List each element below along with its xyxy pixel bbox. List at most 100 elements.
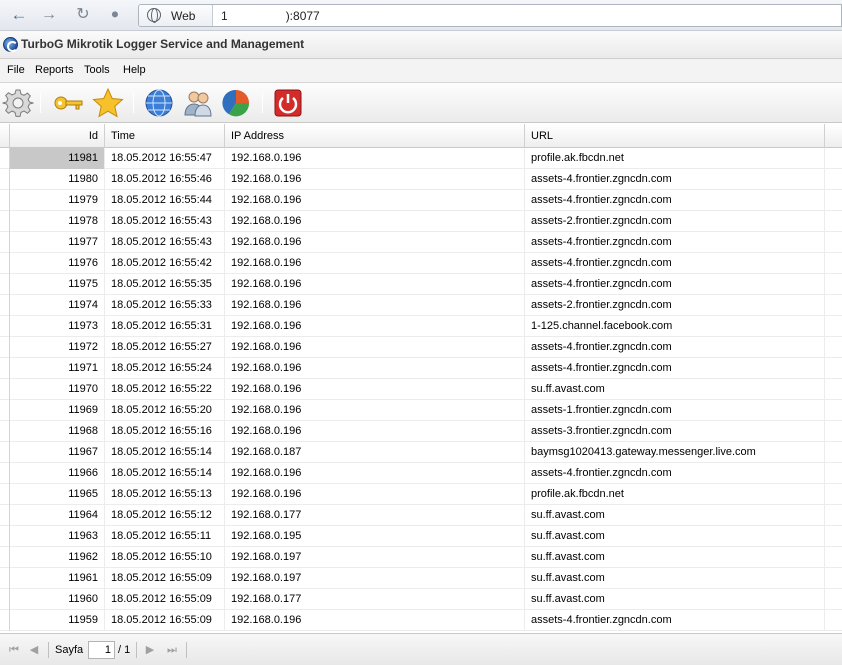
cell-ip-address: 192.168.0.187 bbox=[225, 442, 525, 463]
menu-help[interactable]: Help bbox=[123, 64, 146, 76]
row-indicator bbox=[0, 232, 10, 253]
table-row[interactable]: 11978 18.05.2012 16:55:43 192.168.0.196 ass… bbox=[0, 211, 842, 232]
table-row[interactable]: 11971 18.05.2012 16:55:24 192.168.0.196 ass… bbox=[0, 358, 842, 379]
row-indicator bbox=[0, 337, 10, 358]
cell-time: 18.05.2012 16:55:09 bbox=[105, 589, 225, 610]
table-row[interactable]: 11980 18.05.2012 16:55:46 192.168.0.196 ass… bbox=[0, 169, 842, 190]
table-row[interactable]: 11967 18.05.2012 16:55:14 192.168.0.187 bay… bbox=[0, 442, 842, 463]
cell-time: 18.05.2012 16:55:27 bbox=[105, 337, 225, 358]
column-header-time[interactable]: Time bbox=[105, 124, 225, 148]
row-indicator bbox=[0, 190, 10, 211]
table-row[interactable]: 11964 18.05.2012 16:55:12 192.168.0.177 su.… bbox=[0, 505, 842, 526]
column-header-ip-address[interactable]: IP Address bbox=[225, 124, 525, 148]
prev-page-icon[interactable]: ◀ bbox=[27, 643, 41, 657]
cell-time: 18.05.2012 16:55:13 bbox=[105, 484, 225, 505]
back-arrow-icon[interactable]: ← bbox=[8, 5, 30, 25]
table-row[interactable]: 11974 18.05.2012 16:55:33 192.168.0.196 ass… bbox=[0, 295, 842, 316]
row-indicator bbox=[0, 295, 10, 316]
cell-id: 11967 bbox=[10, 442, 105, 463]
row-indicator bbox=[0, 526, 10, 547]
key-icon[interactable] bbox=[52, 87, 84, 119]
app-logo-icon bbox=[3, 37, 18, 52]
cell-url: su.ff.avast.com bbox=[525, 526, 825, 547]
table-row[interactable]: 11968 18.05.2012 16:55:16 192.168.0.196 ass… bbox=[0, 421, 842, 442]
table-row[interactable]: 11959 18.05.2012 16:55:09 192.168.0.196 ass… bbox=[0, 610, 842, 631]
table-row[interactable]: 11960 18.05.2012 16:55:09 192.168.0.177 su.… bbox=[0, 589, 842, 610]
cell-id: 11968 bbox=[10, 421, 105, 442]
cell-ip-address: 192.168.0.177 bbox=[225, 589, 525, 610]
page-number-input[interactable] bbox=[88, 641, 115, 659]
table-row[interactable]: 11969 18.05.2012 16:55:20 192.168.0.196 ass… bbox=[0, 400, 842, 421]
cell-id: 11977 bbox=[10, 232, 105, 253]
cell-url: assets-4.frontier.zgncdn.com bbox=[525, 358, 825, 379]
row-indicator bbox=[0, 169, 10, 190]
cell-id: 11972 bbox=[10, 337, 105, 358]
table-row[interactable]: 11981 18.05.2012 16:55:47 192.168.0.196 pro… bbox=[0, 148, 842, 169]
next-page-icon[interactable]: ▶ bbox=[143, 643, 157, 657]
page-label: Sayfa bbox=[55, 644, 84, 656]
row-indicator bbox=[0, 463, 10, 484]
gear-icon[interactable] bbox=[2, 87, 34, 119]
cell-time: 18.05.2012 16:55:16 bbox=[105, 421, 225, 442]
cell-time: 18.05.2012 16:55:22 bbox=[105, 379, 225, 400]
log-table: 11981 18.05.2012 16:55:47 192.168.0.196 pro… bbox=[0, 148, 842, 633]
url-suffix: ):8077 bbox=[285, 9, 320, 23]
url-text[interactable]: 1):8077 bbox=[221, 9, 320, 23]
cell-url: profile.ak.fbcdn.net bbox=[525, 148, 825, 169]
cell-id: 11978 bbox=[10, 211, 105, 232]
reload-icon[interactable]: ↻ bbox=[72, 5, 94, 25]
cell-time: 18.05.2012 16:55:44 bbox=[105, 190, 225, 211]
globe-icon[interactable] bbox=[143, 87, 175, 119]
table-row[interactable]: 11972 18.05.2012 16:55:27 192.168.0.196 ass… bbox=[0, 337, 842, 358]
star-icon[interactable] bbox=[92, 87, 124, 119]
pie-chart-icon[interactable] bbox=[220, 87, 252, 119]
row-indicator bbox=[0, 253, 10, 274]
row-indicator bbox=[0, 421, 10, 442]
table-row[interactable]: 11962 18.05.2012 16:55:10 192.168.0.197 su.… bbox=[0, 547, 842, 568]
column-header-url[interactable]: URL bbox=[525, 124, 825, 148]
table-row[interactable]: 11970 18.05.2012 16:55:22 192.168.0.196 su.… bbox=[0, 379, 842, 400]
column-header-id[interactable]: Id bbox=[10, 124, 105, 148]
table-row[interactable]: 11975 18.05.2012 16:55:35 192.168.0.196 ass… bbox=[0, 274, 842, 295]
pager-bar: ⏮ ◀ Sayfa / 1 ▶ ⏭ bbox=[0, 633, 842, 665]
table-row[interactable]: 11961 18.05.2012 16:55:09 192.168.0.197 su.… bbox=[0, 568, 842, 589]
cell-time: 18.05.2012 16:55:43 bbox=[105, 211, 225, 232]
table-row[interactable]: 11965 18.05.2012 16:55:13 192.168.0.196 pro… bbox=[0, 484, 842, 505]
first-page-icon[interactable]: ⏮ bbox=[7, 643, 21, 657]
table-row[interactable]: 11979 18.05.2012 16:55:44 192.168.0.196 ass… bbox=[0, 190, 842, 211]
address-bar[interactable]: Web 1):8077 bbox=[138, 4, 842, 27]
menu-reports[interactable]: Reports bbox=[35, 64, 74, 76]
app-title: TurboG Mikrotik Logger Service and Manag… bbox=[21, 37, 305, 51]
cell-url: assets-3.frontier.zgncdn.com bbox=[525, 421, 825, 442]
cell-ip-address: 192.168.0.196 bbox=[225, 211, 525, 232]
cell-url: assets-4.frontier.zgncdn.com bbox=[525, 274, 825, 295]
cell-url: assets-2.frontier.zgncdn.com bbox=[525, 295, 825, 316]
cell-id: 11960 bbox=[10, 589, 105, 610]
cell-id: 11966 bbox=[10, 463, 105, 484]
row-indicator bbox=[0, 547, 10, 568]
table-row[interactable]: 11966 18.05.2012 16:55:14 192.168.0.196 ass… bbox=[0, 463, 842, 484]
cell-url: su.ff.avast.com bbox=[525, 568, 825, 589]
cell-id: 11976 bbox=[10, 253, 105, 274]
cell-time: 18.05.2012 16:55:24 bbox=[105, 358, 225, 379]
power-icon[interactable] bbox=[272, 87, 304, 119]
cell-url: assets-4.frontier.zgncdn.com bbox=[525, 610, 825, 631]
table-row[interactable]: 11977 18.05.2012 16:55:43 192.168.0.196 ass… bbox=[0, 232, 842, 253]
site-info-chip[interactable]: Web bbox=[139, 5, 213, 26]
cell-url: su.ff.avast.com bbox=[525, 505, 825, 526]
forward-arrow-icon[interactable]: → bbox=[38, 5, 60, 25]
last-page-icon[interactable]: ⏭ bbox=[165, 643, 179, 657]
cell-time: 18.05.2012 16:55:11 bbox=[105, 526, 225, 547]
table-row[interactable]: 11963 18.05.2012 16:55:11 192.168.0.195 su.… bbox=[0, 526, 842, 547]
site-chip-label: Web bbox=[171, 9, 196, 23]
menu-tools[interactable]: Tools bbox=[84, 64, 110, 76]
table-row[interactable]: 11976 18.05.2012 16:55:42 192.168.0.196 ass… bbox=[0, 253, 842, 274]
key-icon[interactable]: ⚫— bbox=[104, 5, 126, 42]
menu-file[interactable]: File bbox=[7, 64, 25, 76]
cell-id: 11969 bbox=[10, 400, 105, 421]
table-row[interactable]: 11973 18.05.2012 16:55:31 192.168.0.196 1-1… bbox=[0, 316, 842, 337]
users-icon[interactable] bbox=[182, 87, 214, 119]
cell-ip-address: 192.168.0.196 bbox=[225, 421, 525, 442]
cell-ip-address: 192.168.0.197 bbox=[225, 568, 525, 589]
cell-time: 18.05.2012 16:55:42 bbox=[105, 253, 225, 274]
